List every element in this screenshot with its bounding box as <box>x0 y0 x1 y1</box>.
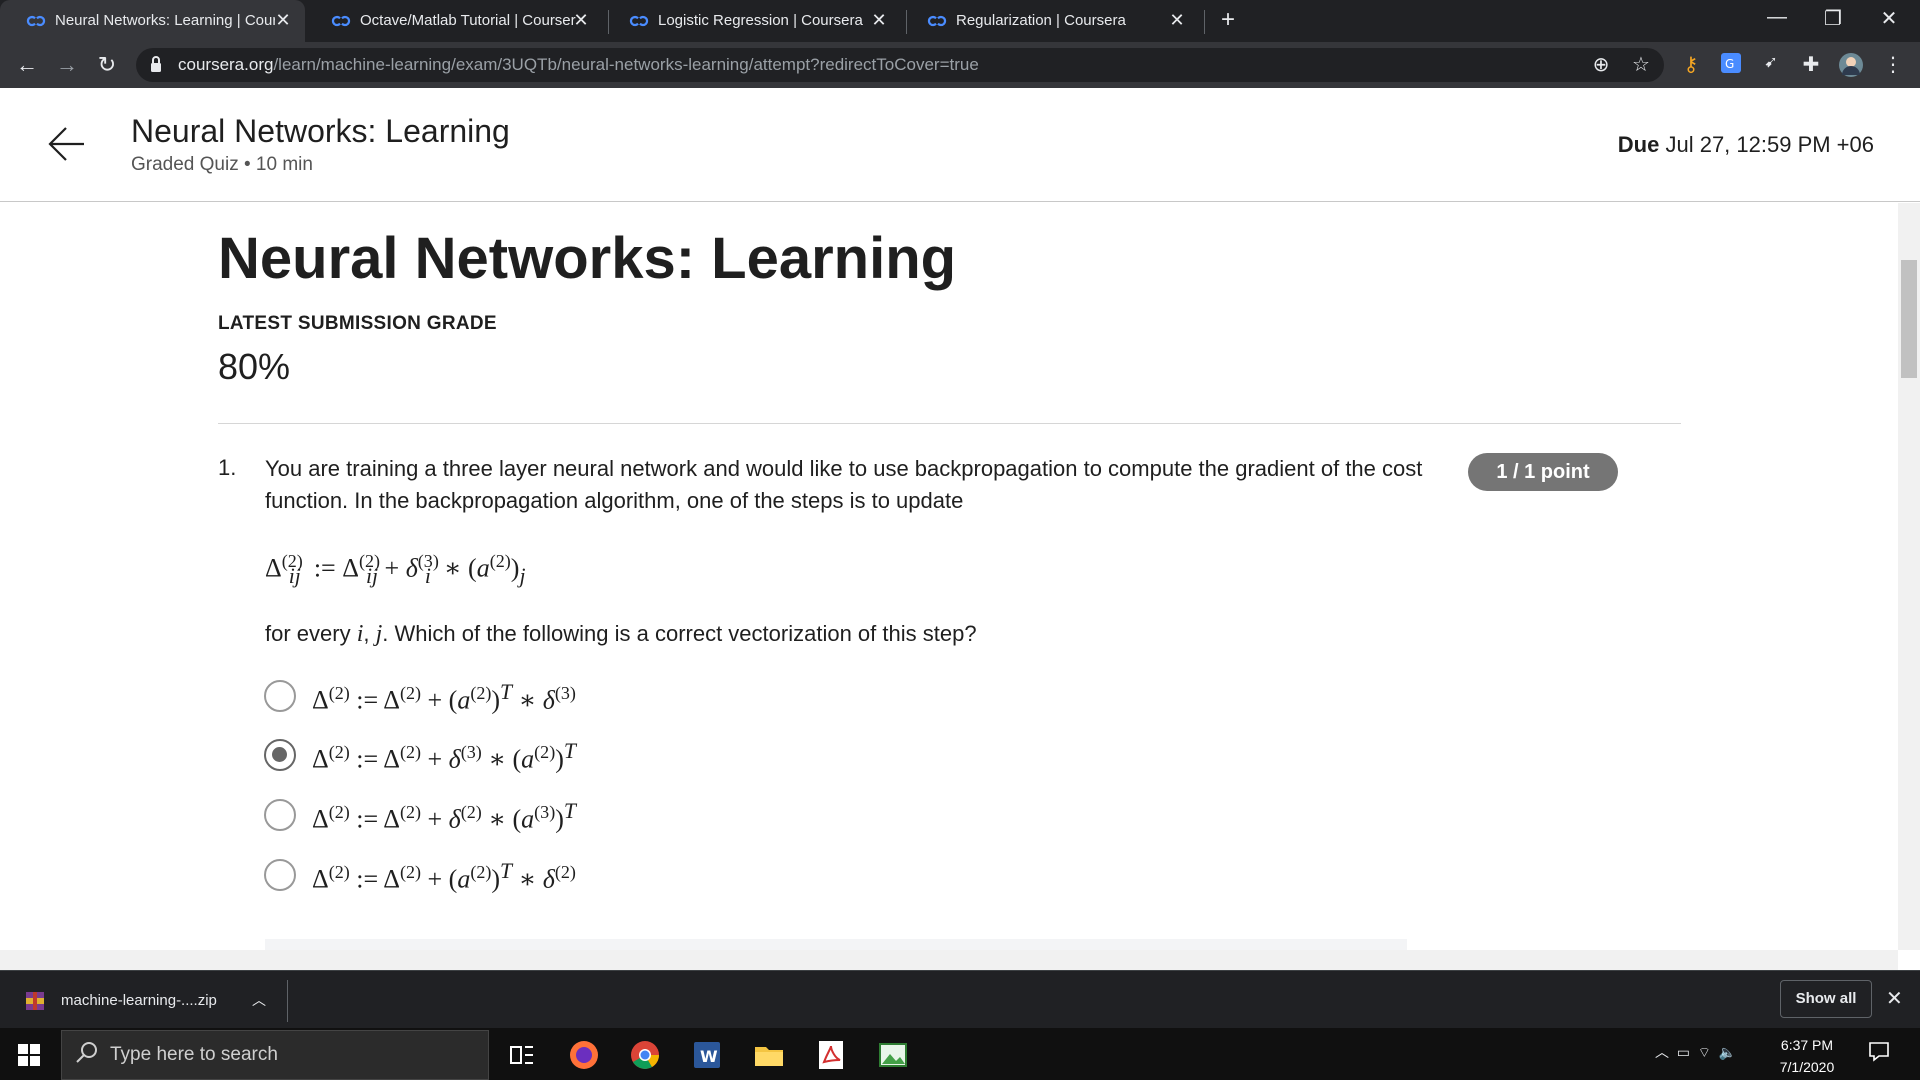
url-text[interactable]: coursera.org/learn/machine-learning/exam… <box>178 55 979 75</box>
system-tray[interactable]: ︿ ▭ ⌔ 🔈 <box>1655 1042 1736 1062</box>
coursera-icon <box>629 15 649 27</box>
close-tab-icon[interactable]: ✕ <box>571 10 591 31</box>
tab-regularization[interactable]: Regularization | Coursera ✕ <box>901 0 1199 42</box>
option-formula: Δ(2) := Δ(2) + δ(3) ∗ (a(2))T <box>312 739 576 774</box>
image-viewer-icon[interactable] <box>876 1038 910 1072</box>
minimize-icon[interactable]: — <box>1754 6 1800 29</box>
page-title: Neural Networks: Learning <box>218 226 957 291</box>
grade-label: LATEST SUBMISSION GRADE <box>218 313 497 334</box>
back-icon[interactable]: ← <box>12 52 42 78</box>
update-equation: Δ(2)ij := Δ(2)ij + δ(3)i ∗ (a(2))j <box>265 551 526 588</box>
coursera-icon <box>26 15 46 27</box>
zoom-icon[interactable]: ⊕ <box>1588 52 1614 78</box>
firefox-icon[interactable] <box>567 1038 601 1072</box>
search-placeholder: Type here to search <box>110 1044 278 1065</box>
header-title: Neural Networks: Learning <box>131 113 510 149</box>
pdf-reader-icon[interactable] <box>814 1038 848 1072</box>
answer-option-2[interactable]: Δ(2) := Δ(2) + δ(3) ∗ (a(2))T <box>262 733 962 781</box>
tab-title: Neural Networks: Learning | Cour <box>55 12 275 29</box>
radio-button[interactable] <box>264 680 296 712</box>
answer-option-3[interactable]: Δ(2) := Δ(2) + δ(2) ∗ (a(3))T <box>262 793 962 841</box>
header-subtitle: Graded Quiz • 10 min <box>131 154 313 175</box>
search-icon <box>76 1042 97 1063</box>
quiz-content: Neural Networks: Learning LATEST SUBMISS… <box>0 203 1898 950</box>
tab-title: Regularization | Coursera <box>956 12 1126 29</box>
scrollbar-thumb[interactable] <box>1901 260 1917 378</box>
new-tab-button[interactable]: + <box>1221 6 1235 34</box>
tab-octave-tutorial[interactable]: Octave/Matlab Tutorial | Courser ✕ <box>305 0 603 42</box>
close-tab-icon[interactable]: ✕ <box>273 10 293 31</box>
question-number: 1. <box>218 455 237 480</box>
google-translate-icon[interactable]: G <box>1718 52 1744 78</box>
option-formula: Δ(2) := Δ(2) + (a(2))T ∗ δ(3) <box>312 680 576 715</box>
task-view-icon[interactable] <box>505 1038 539 1072</box>
radio-button[interactable] <box>264 799 296 831</box>
horizontal-scrollbar[interactable] <box>0 950 1898 970</box>
answer-option-4[interactable]: Δ(2) := Δ(2) + (a(2))T ∗ δ(2) <box>262 853 962 901</box>
close-icon[interactable]: ✕ <box>1886 986 1903 1011</box>
radio-button-selected[interactable] <box>264 739 296 771</box>
downloads-bar <box>0 970 1920 1028</box>
tab-title: Logistic Regression | Coursera <box>658 12 863 29</box>
tab-neural-networks[interactable]: Neural Networks: Learning | Cour ✕ <box>0 0 305 42</box>
notification-icon[interactable] <box>1868 1040 1890 1062</box>
close-tab-icon[interactable]: ✕ <box>1167 10 1187 31</box>
close-window-icon[interactable]: ✕ <box>1866 6 1912 31</box>
lock-icon <box>151 56 161 72</box>
profile-avatar[interactable] <box>1838 52 1864 78</box>
question-text: You are training a three layer neural ne… <box>265 456 1423 513</box>
tab-title: Octave/Matlab Tutorial | Courser <box>360 12 576 29</box>
svg-text:W: W <box>700 1047 718 1066</box>
question-prompt: for every i, j. Which of the following i… <box>265 621 977 647</box>
extension-key-icon[interactable]: ⚷ <box>1678 52 1704 78</box>
svg-text:G: G <box>1725 57 1734 71</box>
zip-file-icon <box>26 992 44 1010</box>
browser-tab-bar: Neural Networks: Learning | Cour ✕ Octav… <box>0 0 1920 42</box>
windows-start-icon[interactable] <box>18 1044 40 1066</box>
extensions-puzzle-icon[interactable]: ✚ <box>1798 52 1824 78</box>
next-question-card <box>265 939 1407 950</box>
reload-icon[interactable]: ↻ <box>92 52 122 78</box>
restore-icon[interactable]: ❐ <box>1810 6 1856 31</box>
taskbar-clock[interactable]: 6:37 PM 7/1/2020 <box>1766 1034 1848 1078</box>
grade-value: 80% <box>218 346 291 387</box>
chrome-icon[interactable] <box>628 1038 662 1072</box>
extension-icon[interactable]: ➹ <box>1758 52 1784 78</box>
back-arrow-icon[interactable] <box>46 124 86 164</box>
show-all-button[interactable]: Show all <box>1780 980 1872 1018</box>
due-date: Due Jul 27, 12:59 PM +06 <box>1617 132 1874 157</box>
divider <box>218 423 1681 424</box>
download-filename[interactable]: machine-learning-....zip <box>61 992 217 1009</box>
answer-option-1[interactable]: Δ(2) := Δ(2) + (a(2))T ∗ δ(3) <box>262 674 962 722</box>
forward-icon[interactable]: → <box>52 52 82 78</box>
radio-button[interactable] <box>264 859 296 891</box>
tab-logistic-regression[interactable]: Logistic Regression | Coursera ✕ <box>603 0 901 42</box>
close-tab-icon[interactable]: ✕ <box>869 10 889 31</box>
option-formula: Δ(2) := Δ(2) + δ(2) ∗ (a(3))T <box>312 799 576 834</box>
points-badge: 1 / 1 point <box>1468 453 1618 491</box>
option-formula: Δ(2) := Δ(2) + (a(2))T ∗ δ(2) <box>312 859 576 894</box>
menu-kebab-icon[interactable]: ⋮ <box>1880 52 1906 78</box>
word-icon[interactable]: W <box>690 1038 724 1072</box>
file-explorer-icon[interactable] <box>752 1038 786 1072</box>
coursera-icon <box>927 15 947 27</box>
coursera-icon <box>331 15 351 27</box>
divider <box>287 980 288 1022</box>
bookmark-star-icon[interactable]: ☆ <box>1628 52 1654 78</box>
chevron-up-icon[interactable]: ︿ <box>252 990 266 1010</box>
